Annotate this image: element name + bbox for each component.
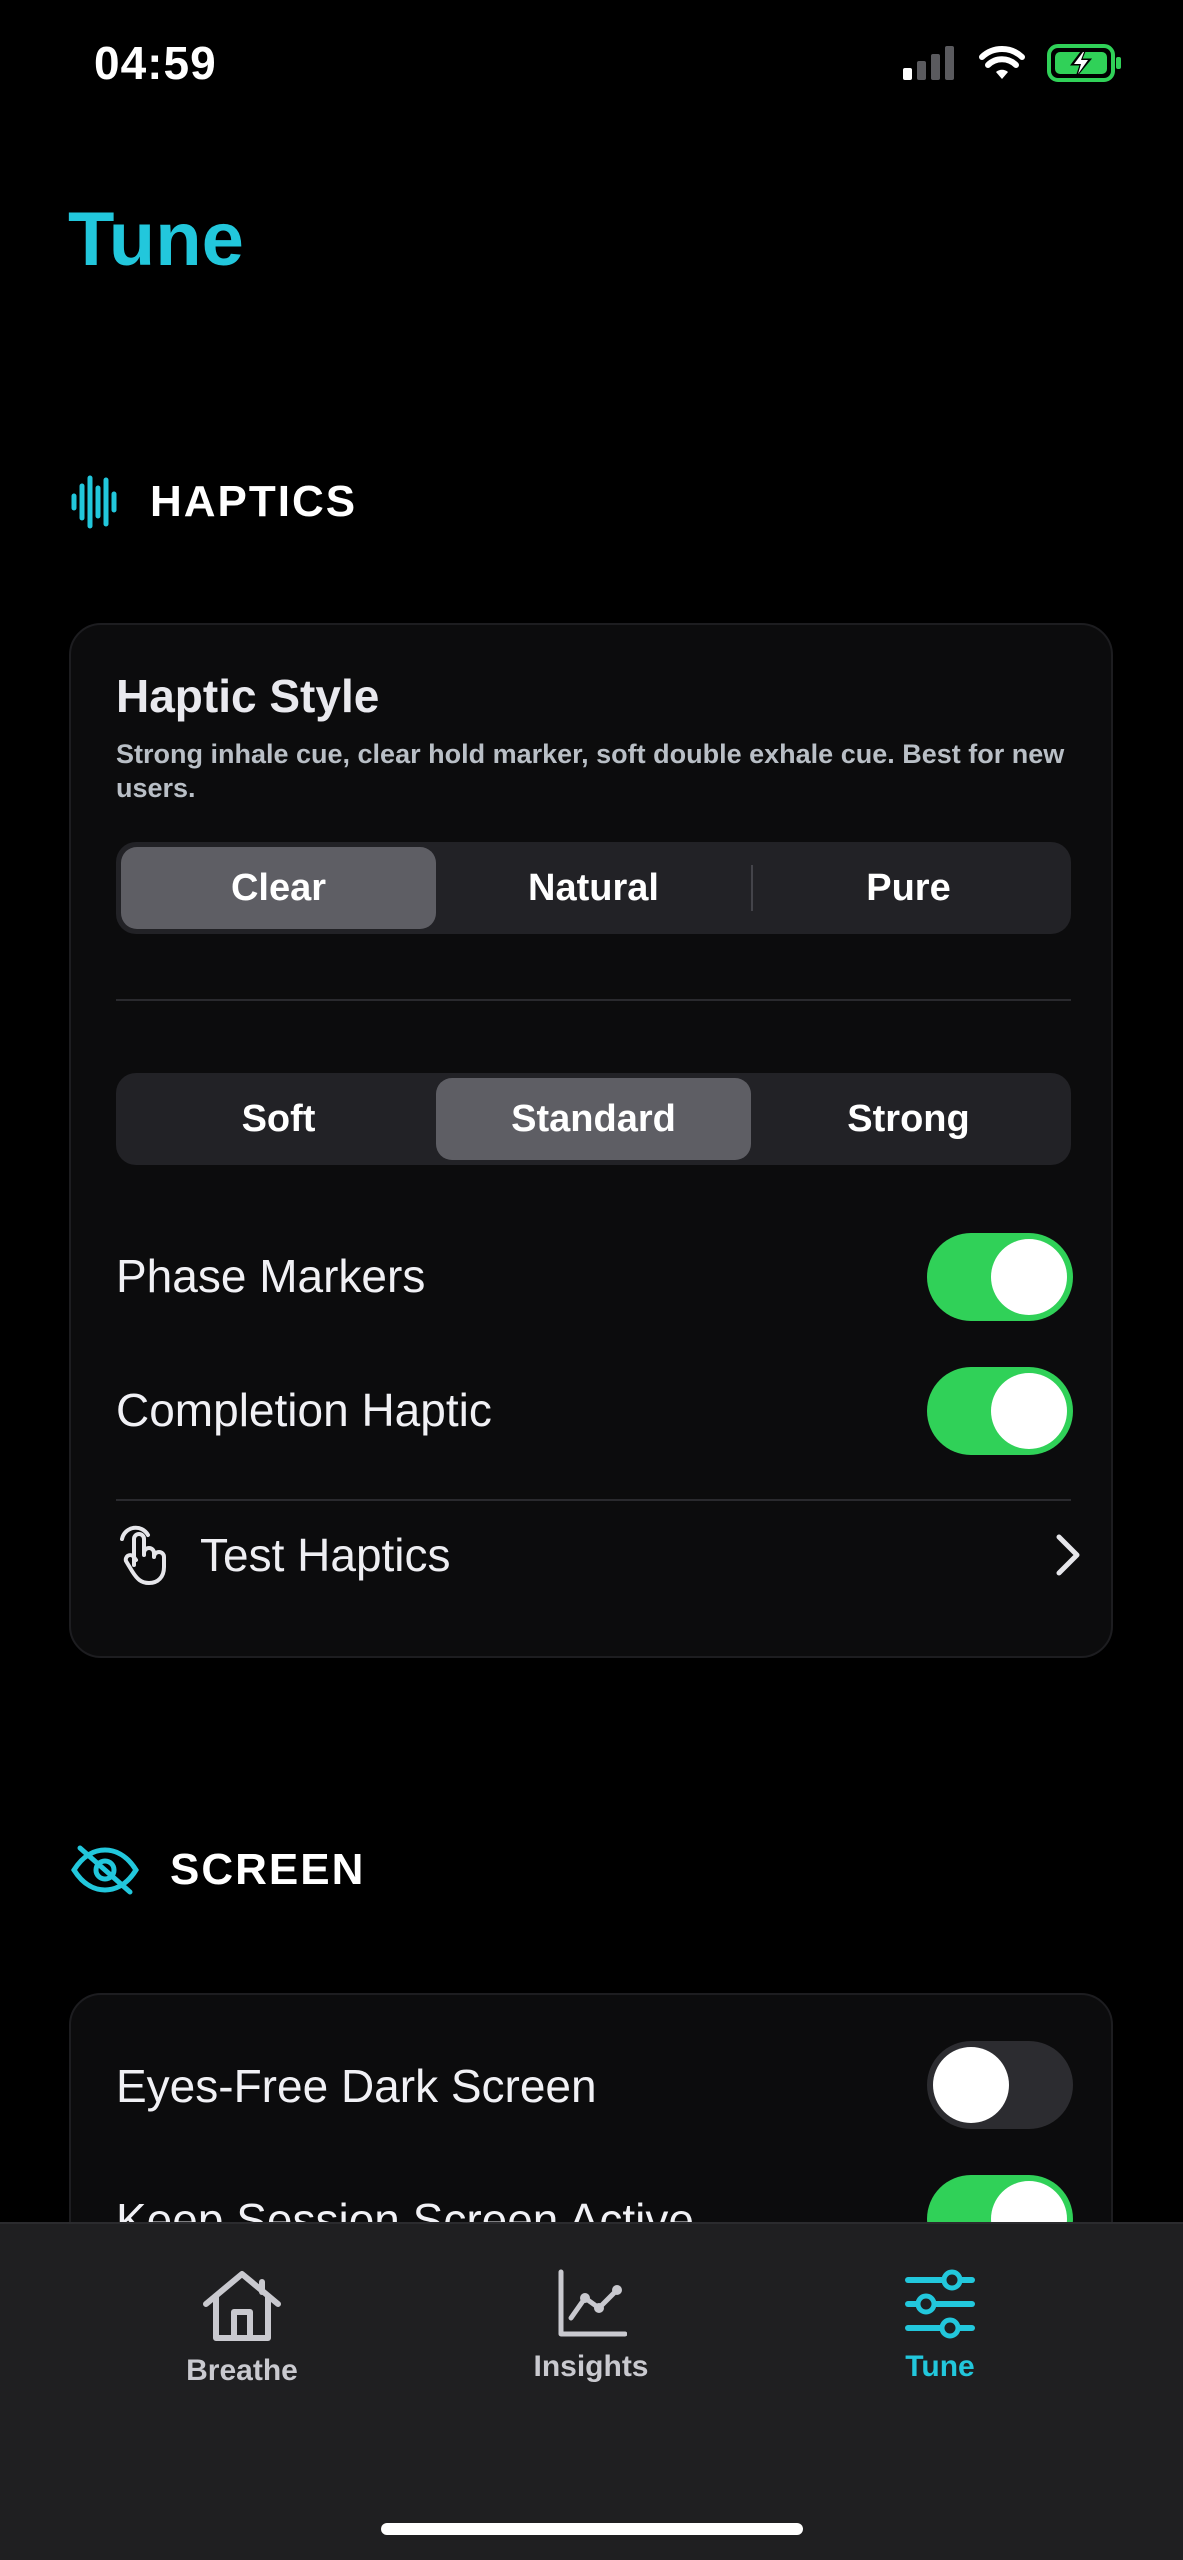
- tab-tune[interactable]: Tune: [820, 2268, 1060, 2384]
- wifi-icon: [979, 46, 1025, 79]
- haptic-style-title: Haptic Style: [116, 670, 380, 722]
- test-haptics-label: Test Haptics: [200, 1529, 451, 1581]
- toggle-knob: [933, 2047, 1009, 2123]
- house-icon: [203, 2271, 281, 2341]
- tab-bar: Breathe Insights Tune: [0, 2222, 1183, 2560]
- divider: [116, 999, 1071, 1001]
- sliders-icon: [905, 2269, 975, 2339]
- tab-insights-label: Insights: [533, 2350, 649, 2383]
- haptic-style-natural[interactable]: Natural: [436, 847, 751, 929]
- cellular-signal-icon: [903, 46, 954, 80]
- page-title: Tune: [68, 197, 244, 282]
- haptics-section-header: HAPTICS: [70, 474, 357, 530]
- tab-insights[interactable]: Insights: [471, 2268, 711, 2384]
- haptic-intensity-selector: Soft Standard Strong: [116, 1073, 1071, 1165]
- intensity-standard[interactable]: Standard: [436, 1078, 751, 1160]
- status-icons: [903, 44, 1123, 82]
- haptics-card: Haptic Style Strong inhale cue, clear ho…: [69, 623, 1113, 1658]
- toggle-knob: [991, 1373, 1067, 1449]
- haptics-section-label: HAPTICS: [150, 477, 358, 526]
- chart-line-icon: [558, 2269, 627, 2337]
- hand-tap-icon: [120, 1525, 166, 1585]
- completion-haptic-label: Completion Haptic: [116, 1384, 492, 1436]
- waveform-icon: [71, 475, 117, 529]
- eyes-free-toggle[interactable]: [927, 2041, 1073, 2129]
- toggle-knob: [991, 1239, 1067, 1315]
- tab-breathe[interactable]: Breathe: [122, 2268, 362, 2388]
- haptic-style-description: Strong inhale cue, clear hold marker, so…: [116, 739, 1065, 803]
- intensity-soft[interactable]: Soft: [121, 1078, 436, 1160]
- eyes-free-label: Eyes-Free Dark Screen: [116, 2060, 597, 2112]
- haptic-style-pure[interactable]: Pure: [751, 847, 1066, 929]
- tab-breathe-label: Breathe: [186, 2354, 298, 2387]
- eye-slash-icon: [71, 1845, 139, 1895]
- completion-haptic-toggle[interactable]: [927, 1367, 1073, 1455]
- chevron-right-icon: [1056, 1534, 1080, 1576]
- screen-section-label: SCREEN: [170, 1845, 366, 1894]
- status-time: 04:59: [94, 37, 217, 89]
- tab-tune-label: Tune: [905, 2350, 975, 2383]
- phase-markers-toggle[interactable]: [927, 1233, 1073, 1321]
- haptic-style-selector: Clear Natural Pure: [116, 842, 1071, 934]
- settings-screen: 04:59 Tune HAPTICS Haptic Style Strong i…: [0, 0, 1183, 2560]
- haptic-style-clear[interactable]: Clear: [121, 847, 436, 929]
- intensity-strong[interactable]: Strong: [751, 1078, 1066, 1160]
- home-indicator: [381, 2523, 803, 2535]
- screen-section-header: SCREEN: [70, 1844, 365, 1896]
- battery-charging-icon: [1047, 44, 1121, 82]
- phase-markers-label: Phase Markers: [116, 1250, 426, 1302]
- test-haptics-row[interactable]: Test Haptics: [116, 1505, 1081, 1605]
- divider: [116, 1499, 1071, 1501]
